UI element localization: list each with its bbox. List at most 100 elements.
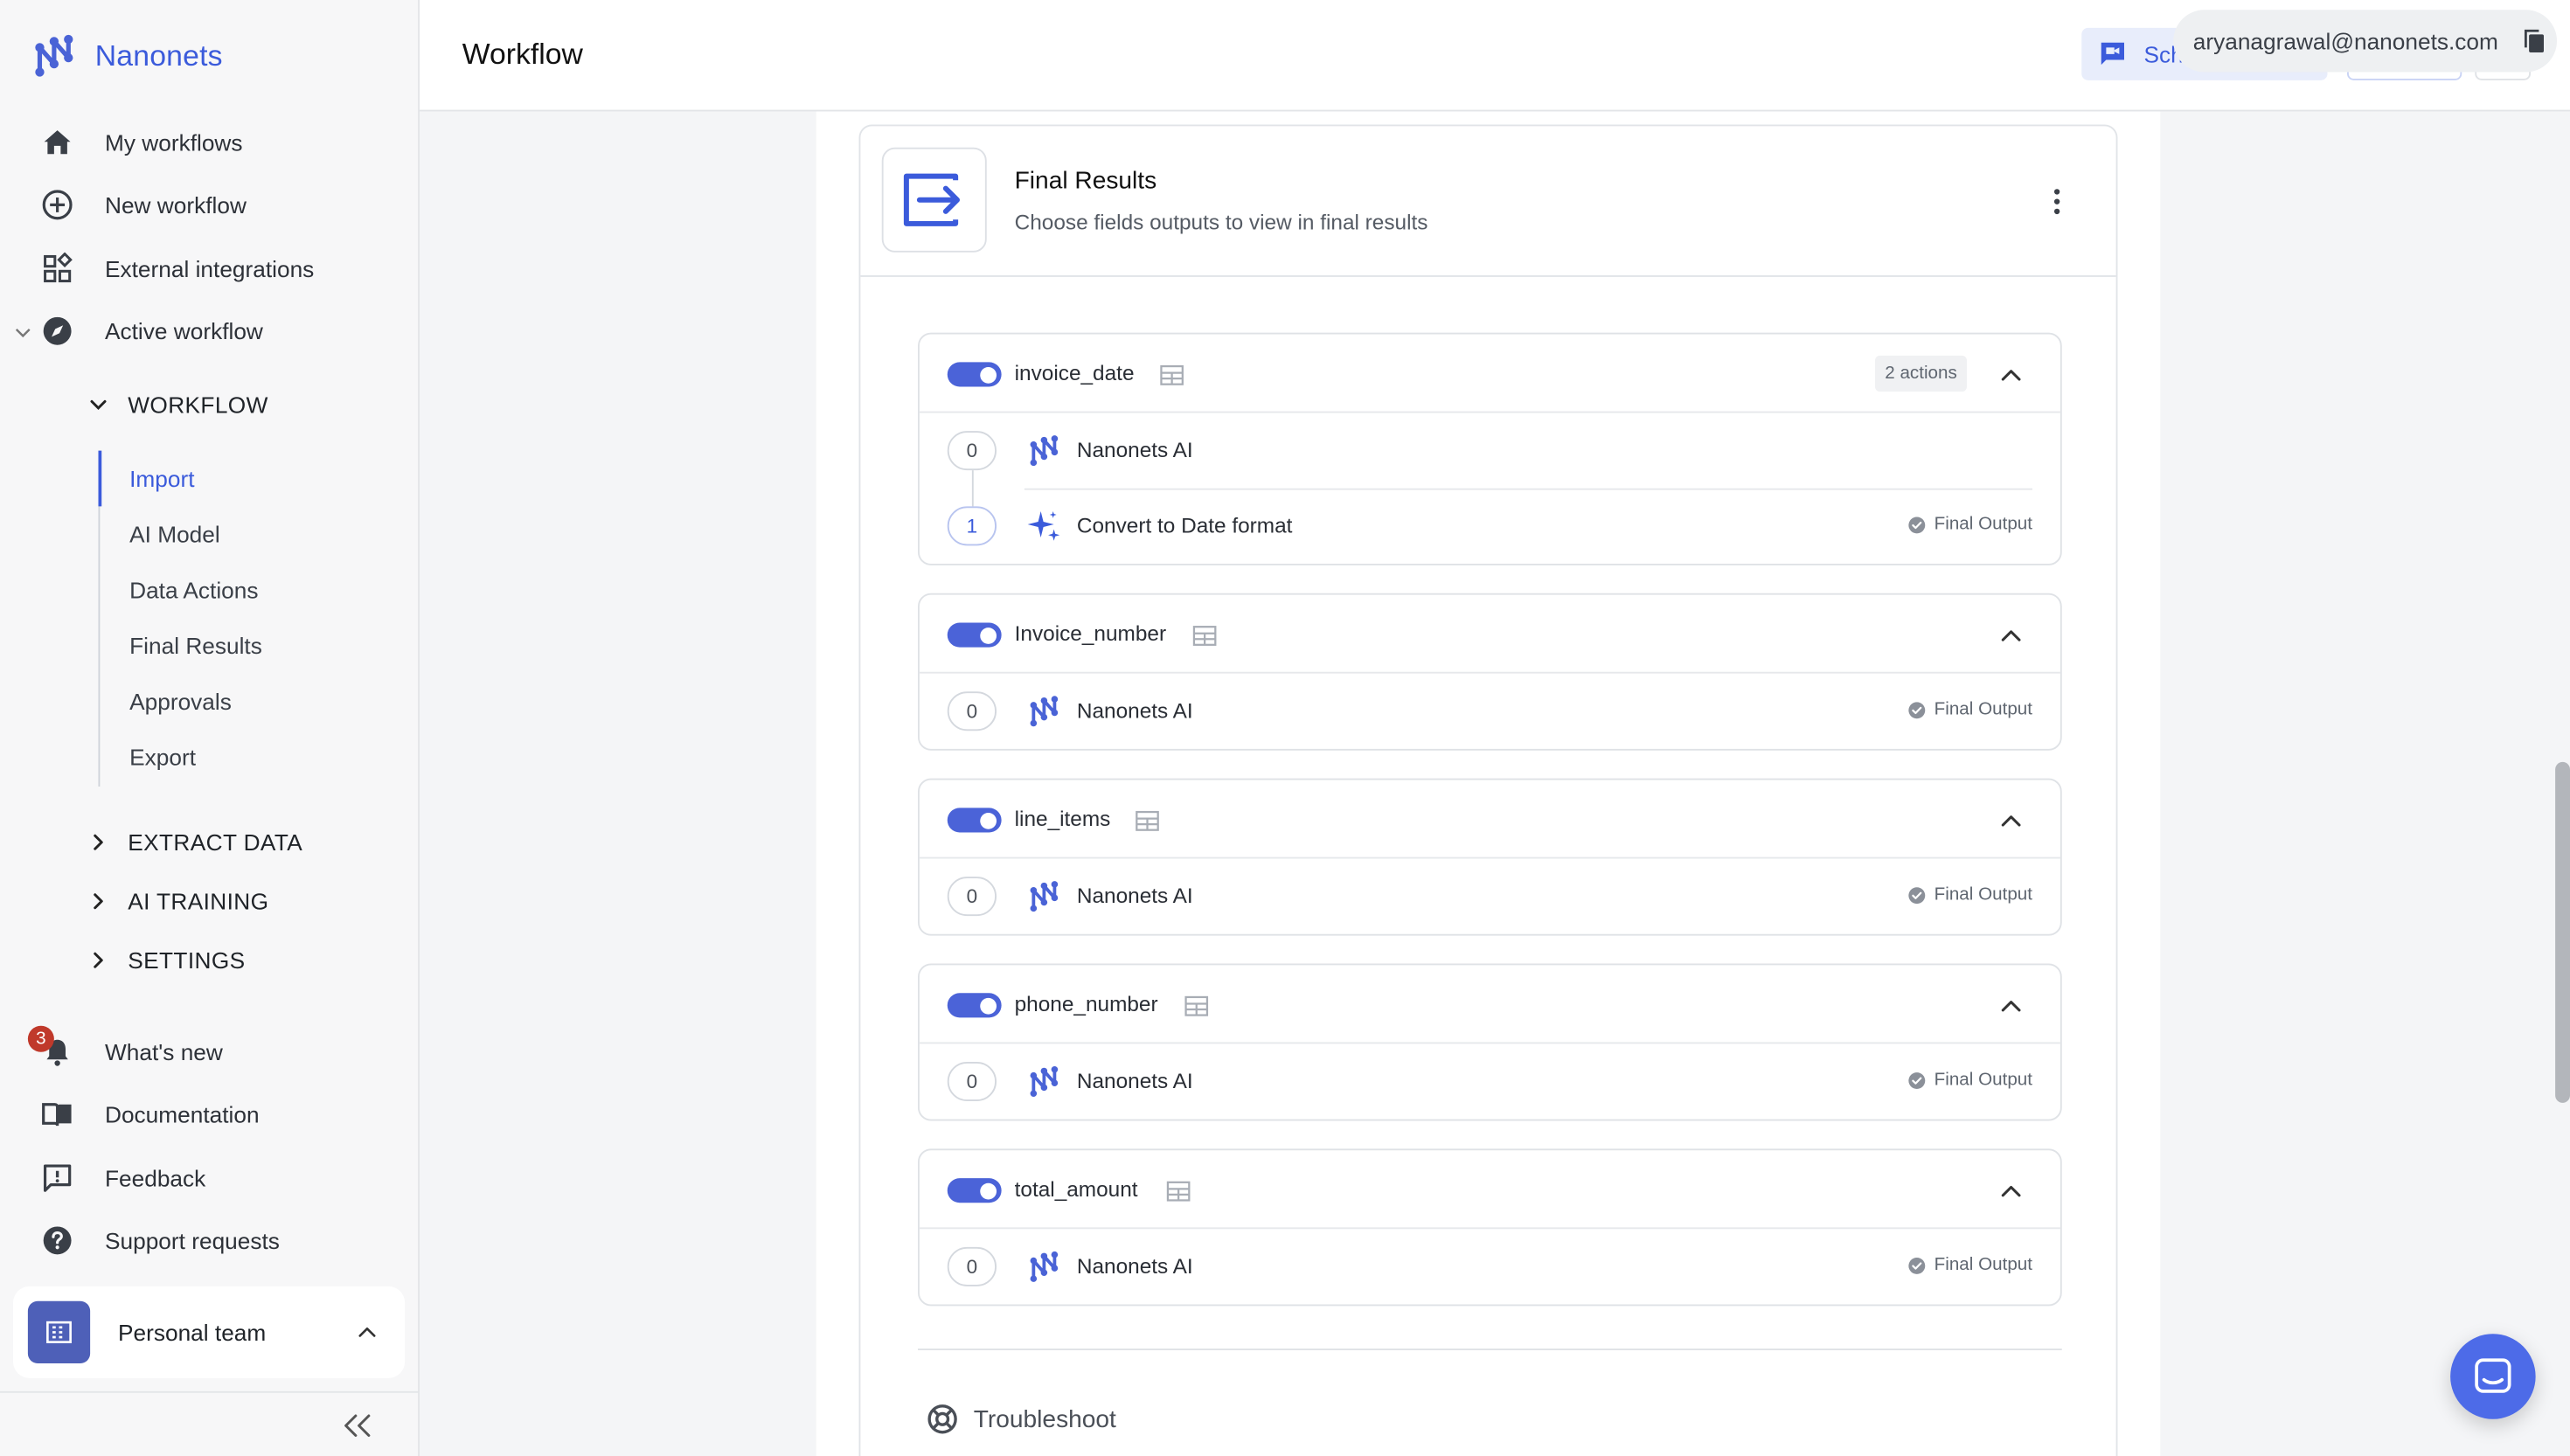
sidebar-item-label: My workflows: [105, 129, 243, 156]
output-icon: [881, 147, 987, 253]
nanonets-logo-icon: [1026, 693, 1062, 729]
nanonets-logo-icon: [1026, 433, 1062, 468]
building-icon: [27, 1300, 91, 1363]
table-icon[interactable]: [1133, 808, 1163, 834]
step-number: 0: [947, 1062, 997, 1101]
check-circle-icon: [1908, 516, 1927, 534]
field-card-header: phone_number: [919, 965, 2060, 1044]
collapse-sidebar-icon[interactable]: [337, 1410, 377, 1443]
section-label: EXTRACT DATA: [128, 829, 303, 856]
section-extract-data[interactable]: EXTRACT DATA: [88, 829, 302, 856]
pipeline-step[interactable]: 0 Nanonets AI Final Output: [920, 859, 2060, 934]
pipeline-step[interactable]: 0 Nanonets AI Final Output: [920, 674, 2060, 749]
pipeline-step[interactable]: 1 Convert to Date format Final Output: [920, 489, 2060, 564]
sidebar-item-import[interactable]: Import: [129, 466, 194, 492]
chevron-up-icon[interactable]: [1998, 808, 2025, 834]
sidebar-item-documentation[interactable]: Documentation: [39, 1096, 260, 1132]
field-card-header: invoice_date 2 actions: [919, 335, 2060, 413]
check-circle-icon: [1908, 885, 1927, 904]
step-number: 0: [947, 877, 997, 917]
chevron-right-icon: [88, 833, 108, 853]
troubleshoot-link[interactable]: Troubleshoot: [926, 1403, 1116, 1436]
section-workflow[interactable]: WORKFLOW: [88, 392, 267, 418]
video-chat-icon: [2101, 42, 2124, 66]
nanonets-logo-icon: [1026, 878, 1062, 914]
final-output-label: Final Output: [1934, 1255, 2032, 1275]
book-icon: [39, 1096, 75, 1132]
panel-title: Final Results: [1014, 167, 1157, 196]
step-label: Convert to Date format: [1076, 512, 1293, 537]
sidebar-item-feedback[interactable]: Feedback: [39, 1161, 205, 1196]
chevron-up-icon: [356, 1321, 379, 1343]
feedback-icon: [39, 1161, 75, 1196]
final-output-label: Final Output: [1934, 884, 2032, 905]
workflow-steps-list: Import AI Model Data Actions Final Resul…: [98, 450, 394, 787]
field-toggle[interactable]: [947, 993, 1002, 1018]
kebab-menu-icon[interactable]: [2040, 185, 2073, 218]
table-icon[interactable]: [1190, 623, 1219, 649]
sidebar-item-final-results[interactable]: Final Results: [129, 633, 262, 659]
sidebar-item-my-workflows[interactable]: My workflows: [39, 125, 243, 161]
chevron-down-icon: [90, 399, 107, 410]
step-label: Nanonets AI: [1076, 697, 1193, 723]
pipeline-step[interactable]: 0 Nanonets AI: [920, 413, 2060, 507]
pipeline-step[interactable]: 0 Nanonets AI Final Output: [920, 1229, 2060, 1304]
chevron-up-icon[interactable]: [1998, 993, 2025, 1019]
section-settings[interactable]: SETTINGS: [88, 947, 245, 974]
panel-subtitle: Choose fields outputs to view in final r…: [1014, 210, 1428, 235]
field-name: invoice_date: [1014, 360, 1135, 385]
step-label: Nanonets AI: [1076, 883, 1193, 908]
step-number: 0: [947, 691, 997, 731]
sidebar-item-support-requests[interactable]: Support requests: [39, 1223, 280, 1258]
sidebar-item-active-workflow[interactable]: Active workflow: [39, 313, 263, 349]
field-card-header: total_amount: [919, 1150, 2060, 1230]
field-toggle[interactable]: [947, 808, 1002, 833]
troubleshoot-label: Troubleshoot: [973, 1404, 1116, 1433]
chevron-right-icon: [88, 891, 108, 912]
section-label: WORKFLOW: [128, 392, 268, 419]
field-card-invoice-date: invoice_date 2 actions 0 Nanonets AI 1 C…: [918, 332, 2062, 565]
final-output-badge: Final Output: [1908, 700, 2032, 719]
team-switcher[interactable]: Personal team: [13, 1286, 406, 1378]
field-card-phone-number: phone_number 0 Nanonets AI Final Output: [918, 963, 2062, 1121]
chevron-right-icon: [88, 951, 108, 971]
brand[interactable]: Nanonets: [30, 31, 223, 80]
table-icon[interactable]: [1163, 1178, 1193, 1204]
sidebar-item-label: New workflow: [105, 191, 247, 218]
field-name: total_amount: [1014, 1176, 1138, 1202]
field-name: line_items: [1014, 806, 1111, 831]
sidebar-item-external-integrations[interactable]: External integrations: [39, 251, 314, 287]
check-circle-icon: [1908, 1071, 1927, 1089]
sidebar-item-export[interactable]: Export: [129, 744, 196, 770]
field-toggle[interactable]: [947, 622, 1002, 648]
sidebar-item-data-actions[interactable]: Data Actions: [129, 577, 258, 603]
collapse-bar: [0, 1390, 420, 1456]
section-ai-training[interactable]: AI TRAINING: [88, 888, 268, 914]
section-label: AI TRAINING: [128, 888, 269, 915]
final-output-label: Final Output: [1934, 1070, 2032, 1090]
field-card-header: line_items: [919, 780, 2060, 859]
sidebar-item-label: Feedback: [105, 1165, 206, 1192]
table-icon[interactable]: [1157, 362, 1187, 388]
sidebar: Nanonets My workflows New workflow Exter…: [0, 0, 420, 1456]
field-name: phone_number: [1014, 991, 1158, 1016]
chevron-down-icon[interactable]: [13, 324, 33, 341]
section-divider: [918, 1349, 2062, 1350]
team-name: Personal team: [118, 1319, 267, 1346]
chevron-up-icon[interactable]: [1998, 362, 2025, 388]
field-toggle[interactable]: [947, 1178, 1002, 1203]
final-results-panel: Final Results Choose fields outputs to v…: [858, 124, 2118, 1456]
chevron-up-icon[interactable]: [1998, 623, 2025, 649]
field-toggle[interactable]: [947, 362, 1002, 387]
copy-icon[interactable]: [2521, 28, 2547, 54]
sidebar-item-whats-new[interactable]: What's new: [39, 1034, 223, 1070]
sidebar-item-new-workflow[interactable]: New workflow: [39, 187, 247, 223]
sidebar-item-approvals[interactable]: Approvals: [129, 689, 232, 715]
chat-button[interactable]: [2450, 1334, 2536, 1419]
pipeline-step[interactable]: 0 Nanonets AI Final Output: [920, 1043, 2060, 1119]
page-scrollbar[interactable]: [2555, 761, 2570, 1103]
field-card-total-amount: total_amount 0 Nanonets AI Final Output: [918, 1148, 2062, 1307]
table-icon[interactable]: [1182, 993, 1212, 1019]
chevron-up-icon[interactable]: [1998, 1178, 2025, 1204]
sidebar-item-ai-model[interactable]: AI Model: [129, 521, 220, 547]
